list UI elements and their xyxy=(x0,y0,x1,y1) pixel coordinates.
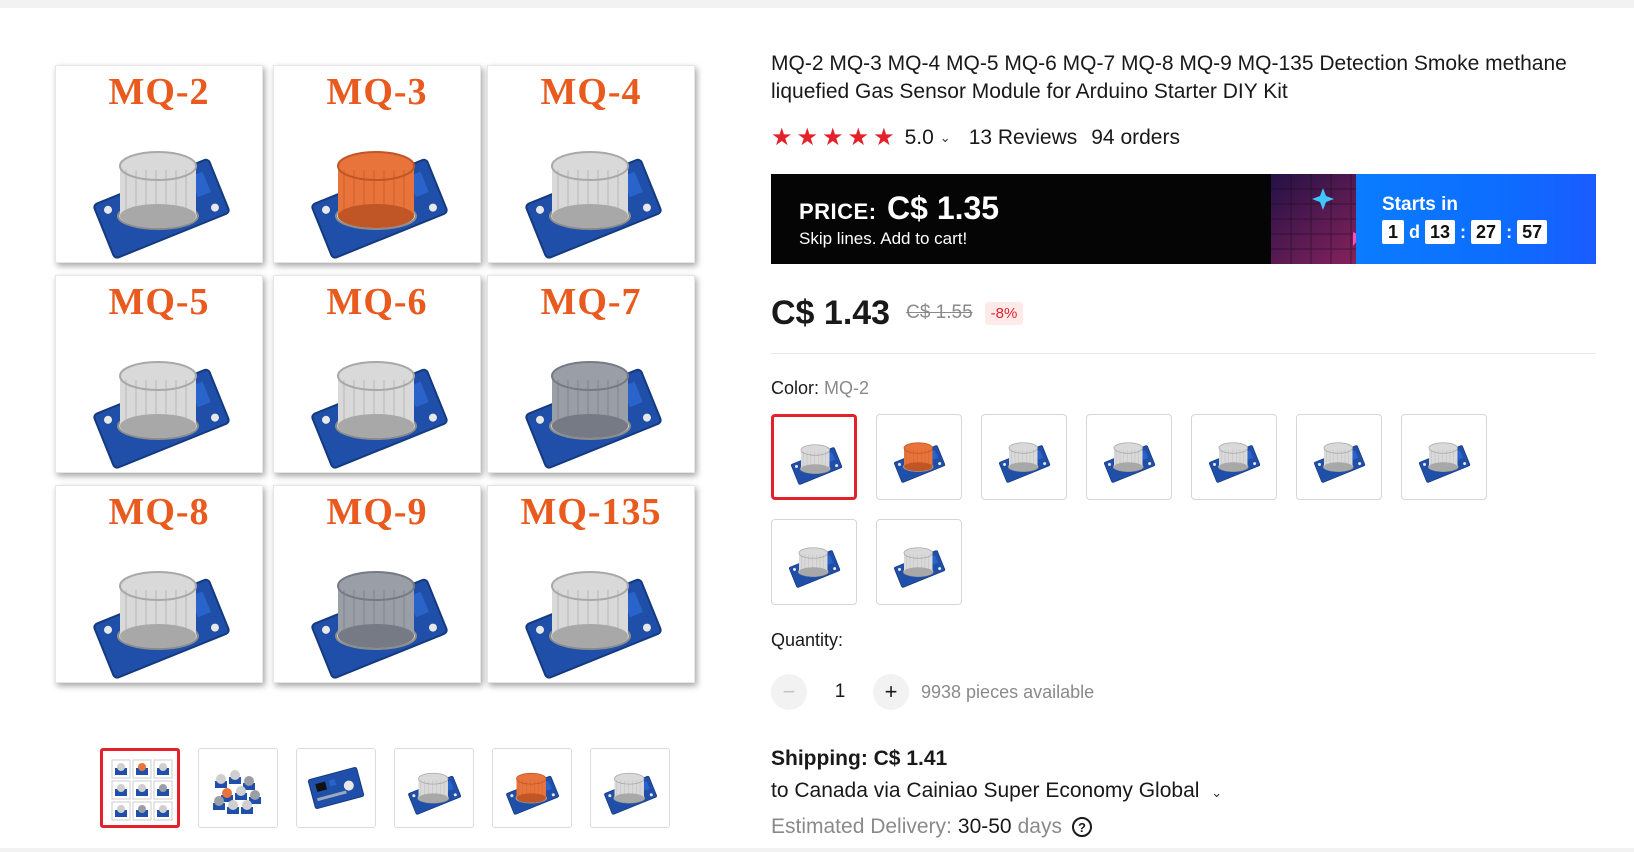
discount-badge: -8% xyxy=(984,301,1024,325)
days-unit: d xyxy=(1409,221,1420,242)
color-option-7[interactable] xyxy=(1401,414,1487,500)
starts-in-label: Starts in xyxy=(1382,194,1459,215)
rating-row: ★ ★ ★ ★ ★ 5.0 ⌄ 13 Reviews 94 orders xyxy=(771,124,1180,152)
color-option-1[interactable] xyxy=(771,414,857,500)
product-title: MQ-2 MQ-3 MQ-4 MQ-5 MQ-6 MQ-7 MQ-8 MQ-9 … xyxy=(771,52,1567,103)
promo-banner[interactable]: PRICE: C$ 1.35 Skip lines. Add to cart! … xyxy=(771,174,1596,264)
orders-count: 94 orders xyxy=(1091,126,1180,149)
help-icon[interactable]: ? xyxy=(1071,817,1092,837)
shipping-route-selector[interactable]: to Canada via Cainiao Super Economy Glob… xyxy=(771,779,1240,803)
thumbnail-3[interactable] xyxy=(296,748,376,828)
delivery-unit: days xyxy=(1017,815,1062,838)
shipping-route[interactable]: to Canada via Cainiao Super Economy Glob… xyxy=(771,779,1199,802)
countdown-timer: 1 d 13 : 27 : 57 xyxy=(1382,220,1596,244)
original-price: C$ 1.55 xyxy=(906,302,973,323)
thumbnail-2[interactable] xyxy=(198,748,278,828)
quantity-label: Quantity: xyxy=(771,630,844,650)
chevron-down-icon[interactable]: ⌄ xyxy=(1211,785,1222,800)
reviews-link[interactable]: 13 Reviews xyxy=(969,126,1078,150)
color-label: Color: xyxy=(771,378,820,398)
gallery-tile: MQ-4 xyxy=(487,65,695,263)
color-option-8[interactable] xyxy=(771,519,857,605)
gallery-tile: MQ-3 xyxy=(273,65,481,263)
promo-price-block: PRICE: C$ 1.35 Skip lines. Add to cart! xyxy=(799,190,999,249)
quantity-available: 9938 pieces available xyxy=(921,681,1095,702)
price-row: C$ 1.43 C$ 1.55 -8% xyxy=(771,290,1024,336)
countdown-seconds: 57 xyxy=(1517,220,1548,244)
tile-label: MQ-135 xyxy=(520,491,662,533)
thumbnail-5[interactable] xyxy=(492,748,572,828)
gallery-tile: MQ-5 xyxy=(55,275,263,473)
star-icon: ★ xyxy=(873,124,895,151)
gallery-tile: MQ-8 xyxy=(55,485,263,683)
gallery-tile: MQ-2 xyxy=(55,65,263,263)
bottom-bar xyxy=(0,848,1634,852)
delivery-label: Estimated Delivery: xyxy=(771,815,952,838)
star-icon: ★ xyxy=(822,124,844,151)
tile-label: MQ-2 xyxy=(108,71,210,113)
color-option-9[interactable] xyxy=(876,519,962,605)
color-selected-value: MQ-2 xyxy=(824,378,870,398)
delivery-value: 30-50 xyxy=(957,815,1012,838)
countdown-minutes: 27 xyxy=(1471,220,1502,244)
divider xyxy=(771,353,1596,354)
sparkle-decoration xyxy=(1271,174,1371,264)
gallery-tile: MQ-9 xyxy=(273,485,481,683)
rating-stars: ★ ★ ★ ★ ★ xyxy=(771,126,895,150)
gallery-tile: MQ-135 xyxy=(487,485,695,683)
chevron-down-icon[interactable]: ⌄ xyxy=(940,130,951,146)
gallery-tile: MQ-7 xyxy=(487,275,695,473)
thumbnail-1[interactable] xyxy=(100,748,180,828)
time-separator: : xyxy=(1460,221,1467,242)
promo-countdown: Starts in 1 d 13 : 27 : 57 xyxy=(1356,174,1596,264)
tile-label: MQ-6 xyxy=(326,281,428,323)
color-label-row: Color: MQ-2 xyxy=(771,378,869,399)
thumbnail-6[interactable] xyxy=(590,748,670,828)
current-price: C$ 1.43 xyxy=(771,293,891,332)
color-option-6[interactable] xyxy=(1296,414,1382,500)
rating-score[interactable]: 5.0 xyxy=(905,126,934,150)
promo-price-label: PRICE: xyxy=(799,199,877,224)
color-option-3[interactable] xyxy=(981,414,1067,500)
tile-label: MQ-3 xyxy=(326,71,428,113)
color-option-2[interactable] xyxy=(876,414,962,500)
star-icon: ★ xyxy=(796,124,819,151)
estimated-delivery: Estimated Delivery: 30-50 days ? xyxy=(771,815,1092,839)
countdown-days: 1 xyxy=(1382,220,1404,244)
gallery-tile: MQ-6 xyxy=(273,275,481,473)
main-product-image[interactable]: MQ-2 MQ-3 MQ-4 MQ-5 MQ-6 MQ-7 MQ-8 MQ-9 … xyxy=(50,60,720,710)
tile-label: MQ-7 xyxy=(540,281,642,323)
thumbnail-4[interactable] xyxy=(394,748,474,828)
quantity-value[interactable]: 1 xyxy=(807,681,873,703)
tile-label: MQ-5 xyxy=(108,281,210,323)
tile-label: MQ-4 xyxy=(540,71,642,113)
quantity-stepper: − 1 + 9938 pieces available xyxy=(771,674,1094,710)
tile-label: MQ-8 xyxy=(108,491,210,533)
quantity-decrease-button[interactable]: − xyxy=(771,674,807,710)
countdown-hours: 13 xyxy=(1425,220,1456,244)
quantity-increase-button[interactable]: + xyxy=(873,674,909,710)
promo-subtitle: Skip lines. Add to cart! xyxy=(799,229,968,248)
tile-label: MQ-9 xyxy=(326,491,428,533)
top-bar xyxy=(0,0,1634,8)
star-icon: ★ xyxy=(847,124,870,151)
promo-price-value: C$ 1.35 xyxy=(887,190,1000,226)
time-separator: : xyxy=(1506,221,1513,242)
color-option-4[interactable] xyxy=(1086,414,1172,500)
color-option-5[interactable] xyxy=(1191,414,1277,500)
star-icon: ★ xyxy=(771,124,793,151)
shipping-cost: Shipping: C$ 1.41 xyxy=(771,747,948,770)
